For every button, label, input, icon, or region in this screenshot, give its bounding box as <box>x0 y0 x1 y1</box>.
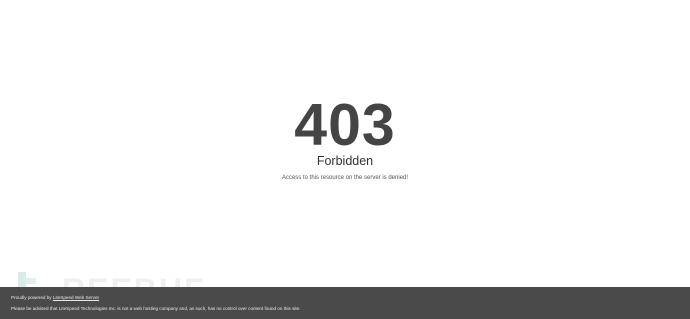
error-title: Forbidden <box>316 154 374 168</box>
error-page: 403 Forbidden Access to this resource on… <box>0 0 690 319</box>
footer-powered-line: Proudly powered by LiteSpeed Web Server <box>11 295 99 301</box>
footer-bar: Proudly powered by LiteSpeed Web Server … <box>0 287 690 319</box>
error-code: 403 <box>294 92 396 158</box>
error-content: 403 Forbidden Access to this resource on… <box>0 0 690 287</box>
footer-powered-prefix: Proudly powered by <box>11 295 53 300</box>
litespeed-link[interactable]: LiteSpeed Web Server <box>53 295 99 300</box>
error-message: Access to this resource on the server is… <box>281 175 409 181</box>
footer-disclaimer: Please be advised that LiteSpeed Technol… <box>11 306 301 311</box>
